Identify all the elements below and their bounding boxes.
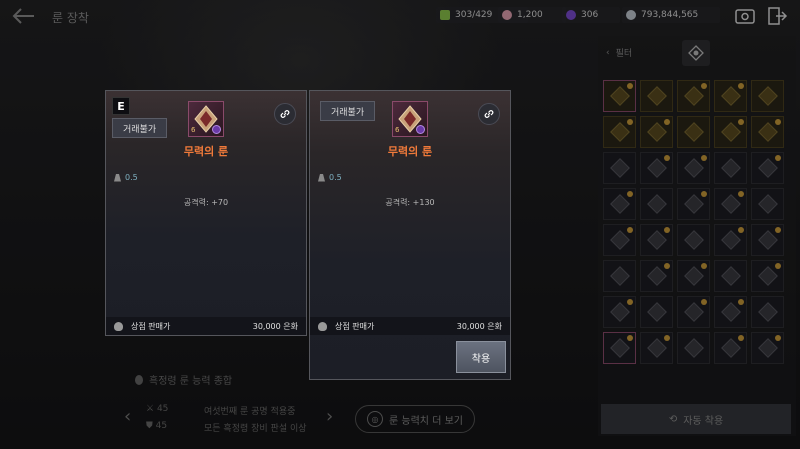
sell-price-row: 상점 판매가 30,000 은화 [106,317,306,335]
price-label: 상점 판매가 [131,321,171,331]
weight-icon [318,173,325,182]
link-button[interactable] [274,103,296,125]
rune-name: 무력의 룬 [183,145,229,158]
rune-icon: 6 [188,101,224,137]
price-value: 30,000 은화 [456,321,502,331]
rune-name: 무력의 룬 [387,145,433,158]
money-bag-icon [114,321,123,331]
equipped-badge: E [112,97,130,115]
weight-value: 0.5 [329,173,342,182]
weight-info: 0.5 [114,173,138,182]
link-icon [280,110,290,118]
rune-icon: 6 [392,101,428,137]
weight-info: 0.5 [318,173,342,182]
sell-price-row: 상점 판매가 30,000 은화 [310,317,510,335]
weight-icon [114,173,121,182]
equipped-rune-card: E 거래불가 6 무력의 룬 0.5 공격력: +70 상점 판매가 30,00… [105,90,307,336]
rune-level: 6 [395,126,400,134]
link-button[interactable] [478,103,500,125]
money-bag-icon [318,321,327,331]
weight-value: 0.5 [125,173,138,182]
equip-button[interactable]: 착용 [456,341,506,373]
rune-level: 6 [191,126,196,134]
socket-gem-icon [212,125,221,134]
trade-status-tag: 거래불가 [112,118,168,138]
socket-gem-icon [416,125,425,134]
rune-stat: 공격력: +70 [183,198,229,207]
rune-stat: 공격력: +130 [385,198,435,207]
link-icon [484,110,494,118]
price-value: 30,000 은화 [252,321,298,331]
price-label: 상점 판매가 [335,321,375,331]
trade-status-tag: 거래불가 [320,101,376,121]
selected-rune-card: 거래불가 6 무력의 룬 0.5 공격력: +130 상점 판매가 30,000… [309,90,511,380]
